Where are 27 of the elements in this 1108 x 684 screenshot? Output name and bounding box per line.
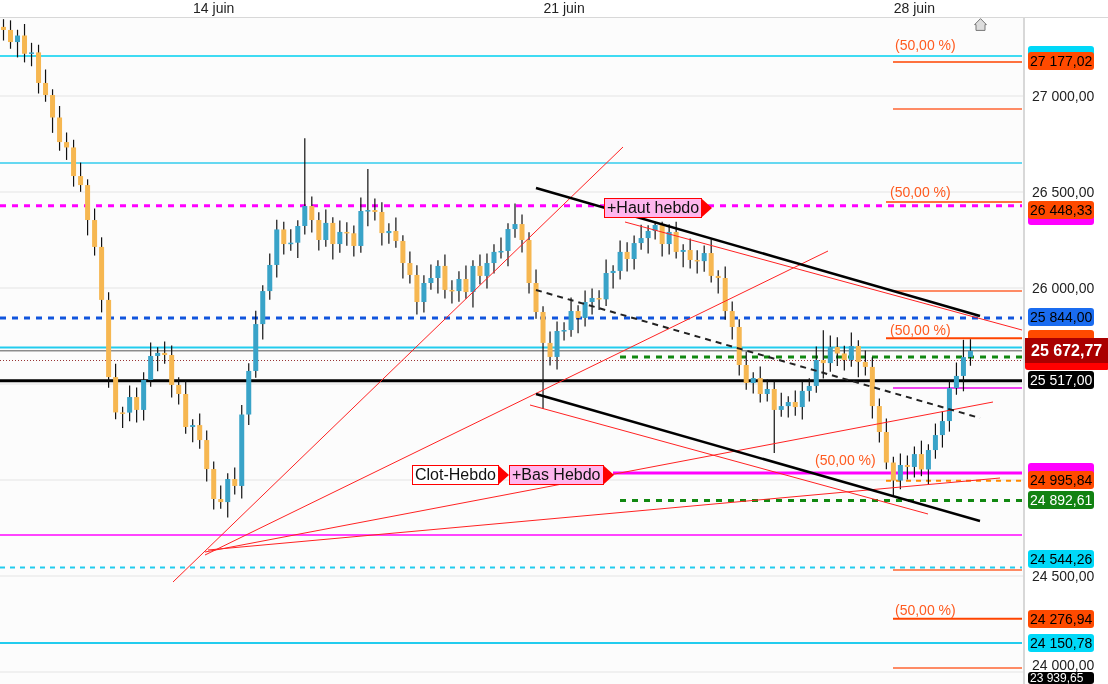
price-tag: 27 177,02 (1028, 52, 1094, 70)
price-axis-label: 26 500,00 (1032, 185, 1095, 199)
price-tag: 25 844,00 (1028, 308, 1094, 326)
price-axis-label: 27 000,00 (1032, 89, 1095, 103)
percentage-label: (50,00 %) (895, 37, 956, 53)
price-tag: 24 892,61 (1028, 491, 1094, 509)
percentage-label: (50,00 %) (815, 452, 876, 468)
annotation-label: +Haut hebdo (604, 198, 703, 218)
date-label: 21 juin (543, 0, 585, 17)
percentage-label: (50,00 %) (890, 184, 951, 200)
annotation-label: +Bas Hebdo (509, 465, 604, 485)
price-axis-label: 24 500,00 (1032, 569, 1095, 583)
percentage-label: (50,00 %) (890, 322, 951, 338)
price-axis-label: 26 000,00 (1032, 281, 1095, 295)
price-tag: 24 150,78 (1028, 634, 1094, 652)
price-tag: 23 939,65 (1028, 672, 1094, 684)
date-label: 28 juin (893, 0, 935, 17)
annotation-label: Clot-Hebdo (412, 465, 499, 485)
price-tag: 24 995,84 (1028, 471, 1094, 489)
percentage-label: (50,00 %) (895, 602, 956, 618)
current-price-tag: 25 672,77 (1025, 338, 1108, 363)
price-tag: 24 544,26 (1028, 550, 1094, 568)
price-tag: 26 448,33 (1028, 201, 1094, 219)
date-label: 14 juin (193, 0, 235, 17)
price-axis-label: 24 000,00 (1032, 658, 1095, 672)
price-tag: 24 276,94 (1028, 610, 1094, 628)
price-tag: 25 517,00 (1028, 371, 1094, 389)
